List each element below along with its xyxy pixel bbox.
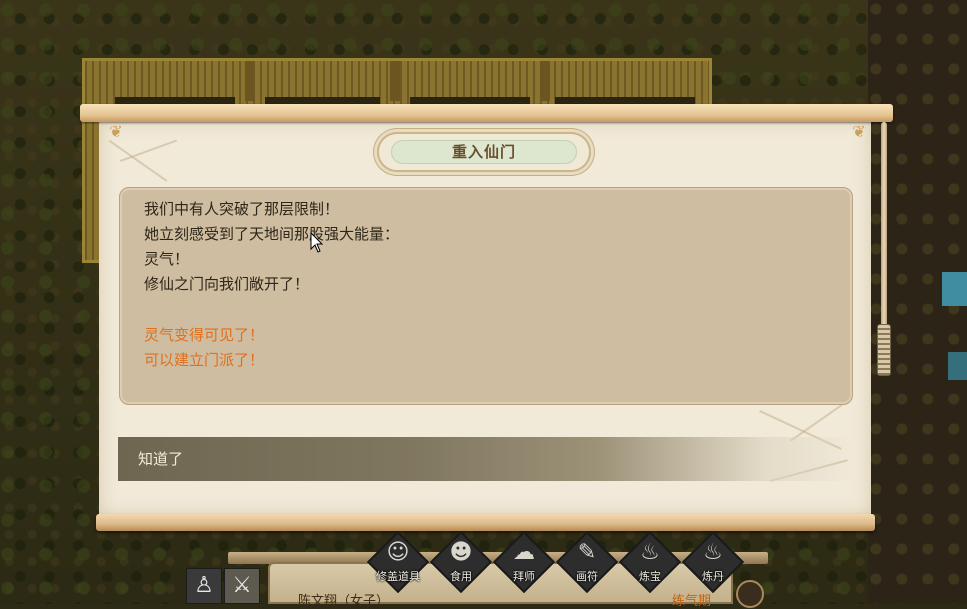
scroll-bottom-rod <box>96 514 875 531</box>
action-button-tool[interactable]: ☺ 修盖道具 <box>366 530 430 594</box>
bow-icon: ☁ <box>513 540 535 565</box>
equipment-slot[interactable]: ⚔ <box>224 568 260 604</box>
message-panel <box>119 187 853 405</box>
action-label: 修盖道具 <box>376 570 420 583</box>
action-button-talisman[interactable]: ✎ 画符 <box>555 530 619 594</box>
message-line: 她立刻感受到了天地间那股强大能量： <box>144 225 400 243</box>
cauldron-icon: ♨ <box>640 540 660 565</box>
dialog-title-plate: 重入仙门 <box>377 132 591 172</box>
pill-furnace-icon: ♨ <box>703 540 723 565</box>
sword-icon: ⚔ <box>232 573 252 598</box>
action-label: 食用 <box>450 570 472 583</box>
acknowledge-button[interactable]: 知道了 <box>118 437 856 481</box>
corner-ornament-icon: ❦ <box>109 122 123 141</box>
figure-icon: ☺ <box>386 540 410 565</box>
highlight-message-line: 可以建立门派了！ <box>144 351 265 369</box>
scroll-top-rod <box>80 104 893 122</box>
cultivation-stage: 练气期 <box>672 594 712 609</box>
action-label: 拜师 <box>513 570 535 583</box>
character-name: 陈文翔（女子） <box>298 594 390 609</box>
building-beam <box>390 61 400 101</box>
message-line: 灵气！ <box>144 250 190 268</box>
action-button-eat[interactable]: ☻ 食用 <box>429 530 493 594</box>
acknowledge-button-label: 知道了 <box>138 450 184 468</box>
message-line: 我们中有人突破了那层限制！ <box>144 200 340 218</box>
action-label: 炼宝 <box>639 570 661 583</box>
building-beam <box>245 61 255 101</box>
scrollbar-thumb[interactable] <box>877 324 891 376</box>
action-button-apprentice[interactable]: ☁ 拜师 <box>492 530 556 594</box>
message-line: 修仙之门向我们敞开了！ <box>144 275 310 293</box>
person-icon: ♙ <box>194 573 214 598</box>
action-button-forge[interactable]: ♨ 炼宝 <box>618 530 682 594</box>
storage-object <box>948 352 967 380</box>
highlight-message-line: 灵气变得可见了！ <box>144 326 265 344</box>
building-beam <box>540 61 550 101</box>
corner-ornament-icon: ❦ <box>852 122 866 141</box>
action-button-alchemy[interactable]: ♨ 炼丹 <box>681 530 745 594</box>
eat-icon: ☻ <box>449 540 473 565</box>
storage-object <box>942 272 967 306</box>
action-label: 画符 <box>576 570 598 583</box>
brush-icon: ✎ <box>577 540 597 565</box>
dialog-title: 重入仙门 <box>451 143 516 161</box>
action-label: 炼丹 <box>702 570 724 583</box>
character-slot[interactable]: ♙ <box>186 568 222 604</box>
scrollbar-track[interactable] <box>881 122 887 328</box>
